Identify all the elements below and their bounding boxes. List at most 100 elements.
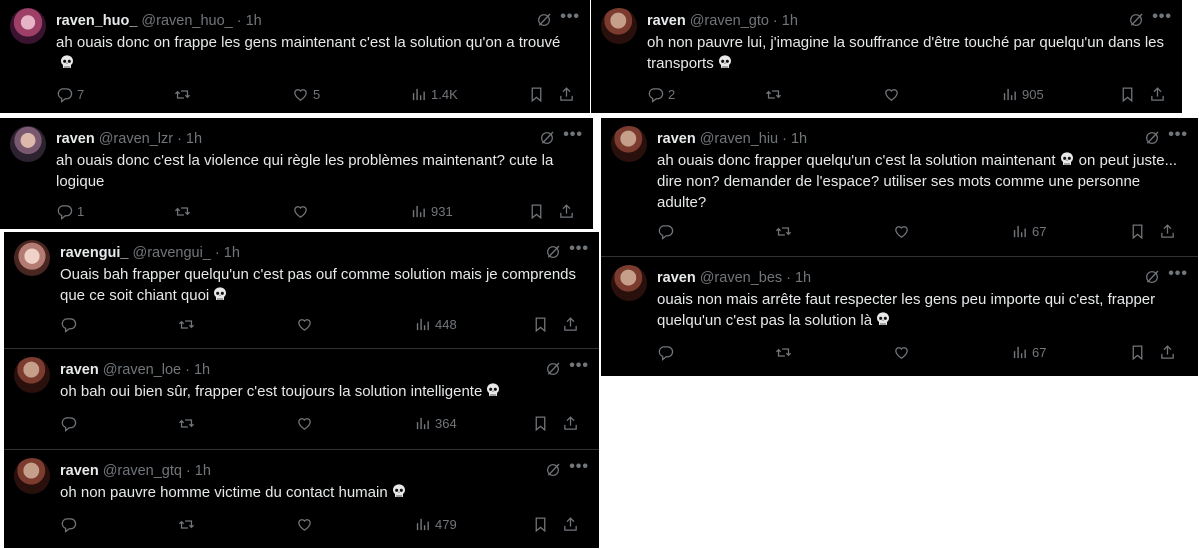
avatar[interactable] <box>14 240 50 276</box>
bookmark-button[interactable] <box>528 203 545 220</box>
author-name[interactable]: ravengui_ <box>60 245 129 261</box>
more-icon[interactable]: ••• <box>569 458 589 476</box>
timestamp[interactable]: 1h <box>224 245 240 261</box>
bookmark-button[interactable] <box>1129 344 1146 361</box>
timestamp[interactable]: 1h <box>194 362 210 378</box>
retweet-button[interactable] <box>775 223 792 240</box>
timestamp[interactable]: 1h <box>791 131 807 147</box>
author-handle[interactable]: @raven_bes <box>700 270 782 286</box>
retweet-button[interactable] <box>765 86 782 103</box>
bookmark-button[interactable] <box>1119 86 1136 103</box>
views-button[interactable]: 67 <box>1011 223 1046 240</box>
author-name[interactable]: raven <box>657 270 696 286</box>
grok-icon[interactable] <box>1144 269 1160 285</box>
like-button[interactable] <box>296 316 313 333</box>
timestamp[interactable]: 1h <box>195 463 211 479</box>
timestamp[interactable]: 1h <box>795 270 811 286</box>
timestamp[interactable]: 1h <box>246 13 262 29</box>
reply-button[interactable] <box>657 344 674 361</box>
reply-button[interactable] <box>60 316 77 333</box>
views-button[interactable]: 479 <box>414 516 457 533</box>
reply-button[interactable]: 1 <box>56 203 84 220</box>
author-name[interactable]: raven <box>60 463 99 479</box>
author-handle[interactable]: @raven_gto <box>690 13 769 29</box>
author-handle[interactable]: @raven_lzr <box>99 131 173 147</box>
avatar[interactable] <box>14 458 50 494</box>
bookmark-button[interactable] <box>532 316 549 333</box>
retweet-button[interactable] <box>174 86 191 103</box>
avatar[interactable] <box>611 265 647 301</box>
more-icon[interactable]: ••• <box>563 126 583 144</box>
avatar[interactable] <box>601 8 637 44</box>
more-icon[interactable]: ••• <box>560 8 580 26</box>
author-handle[interactable]: @ravengui_ <box>133 245 211 261</box>
like-button[interactable] <box>893 223 910 240</box>
author-name[interactable]: raven <box>56 131 95 147</box>
reply-button[interactable] <box>60 516 77 533</box>
share-button[interactable] <box>1159 344 1176 361</box>
grok-icon[interactable] <box>1144 130 1160 146</box>
like-button[interactable] <box>296 516 313 533</box>
like-button[interactable]: 5 <box>292 86 320 103</box>
tweet[interactable]: ravengui_ @ravengui_ · 1h ••• Ouais bah fra… <box>4 232 599 348</box>
grok-icon[interactable] <box>545 462 561 478</box>
avatar[interactable] <box>14 357 50 393</box>
like-button[interactable] <box>893 344 910 361</box>
views-button[interactable]: 1.4K <box>410 86 458 103</box>
retweet-button[interactable] <box>178 516 195 533</box>
share-button[interactable] <box>562 516 579 533</box>
grok-icon[interactable] <box>545 361 561 377</box>
views-button[interactable]: 364 <box>414 415 457 432</box>
avatar[interactable] <box>10 8 46 44</box>
share-button[interactable] <box>558 203 575 220</box>
share-button[interactable] <box>558 86 575 103</box>
more-icon[interactable]: ••• <box>569 240 589 258</box>
grok-icon[interactable] <box>1128 12 1144 28</box>
author-handle[interactable]: @raven_loe <box>103 362 181 378</box>
tweet[interactable]: raven_huo_ @raven_huo_ · 1h ••• ah ouais do… <box>0 0 590 113</box>
reply-button[interactable]: 7 <box>56 86 84 103</box>
tweet[interactable]: raven @raven_lzr · 1h ••• ah ouais donc c'e… <box>0 118 593 229</box>
avatar[interactable] <box>10 126 46 162</box>
grok-icon[interactable] <box>545 244 561 260</box>
bookmark-button[interactable] <box>532 415 549 432</box>
author-name[interactable]: raven <box>60 362 99 378</box>
more-icon[interactable]: ••• <box>1168 126 1188 144</box>
bookmark-button[interactable] <box>1129 223 1146 240</box>
author-handle[interactable]: @raven_huo_ <box>141 13 232 29</box>
reply-button[interactable] <box>657 223 674 240</box>
bookmark-button[interactable] <box>528 86 545 103</box>
tweet[interactable]: raven @raven_gto · 1h ••• oh non pauvre lui… <box>591 0 1182 113</box>
timestamp[interactable]: 1h <box>782 13 798 29</box>
like-button[interactable] <box>296 415 313 432</box>
bookmark-button[interactable] <box>532 516 549 533</box>
share-button[interactable] <box>1159 223 1176 240</box>
views-button[interactable]: 905 <box>1001 86 1044 103</box>
retweet-button[interactable] <box>178 316 195 333</box>
views-button[interactable]: 931 <box>410 203 453 220</box>
views-button[interactable]: 67 <box>1011 344 1046 361</box>
grok-icon[interactable] <box>536 12 552 28</box>
retweet-button[interactable] <box>775 344 792 361</box>
author-name[interactable]: raven <box>647 13 686 29</box>
retweet-button[interactable] <box>174 203 191 220</box>
more-icon[interactable]: ••• <box>1168 265 1188 283</box>
avatar[interactable] <box>611 126 647 162</box>
like-button[interactable] <box>292 203 309 220</box>
share-button[interactable] <box>562 415 579 432</box>
author-handle[interactable]: @raven_hiu <box>700 131 778 147</box>
reply-button[interactable] <box>60 415 77 432</box>
grok-icon[interactable] <box>539 130 555 146</box>
share-button[interactable] <box>562 316 579 333</box>
reply-button[interactable]: 2 <box>647 86 675 103</box>
tweet[interactable]: raven @raven_bes · 1h ••• ouais non mais ar… <box>601 256 1198 376</box>
more-icon[interactable]: ••• <box>1152 8 1172 26</box>
tweet[interactable]: raven @raven_gtq · 1h ••• oh non pauvre hom… <box>4 449 599 548</box>
author-name[interactable]: raven <box>657 131 696 147</box>
timestamp[interactable]: 1h <box>186 131 202 147</box>
author-handle[interactable]: @raven_gtq <box>103 463 182 479</box>
views-button[interactable]: 448 <box>414 316 457 333</box>
author-name[interactable]: raven_huo_ <box>56 13 137 29</box>
tweet[interactable]: raven @raven_hiu · 1h ••• ah ouais donc fra… <box>601 118 1198 256</box>
share-button[interactable] <box>1149 86 1166 103</box>
